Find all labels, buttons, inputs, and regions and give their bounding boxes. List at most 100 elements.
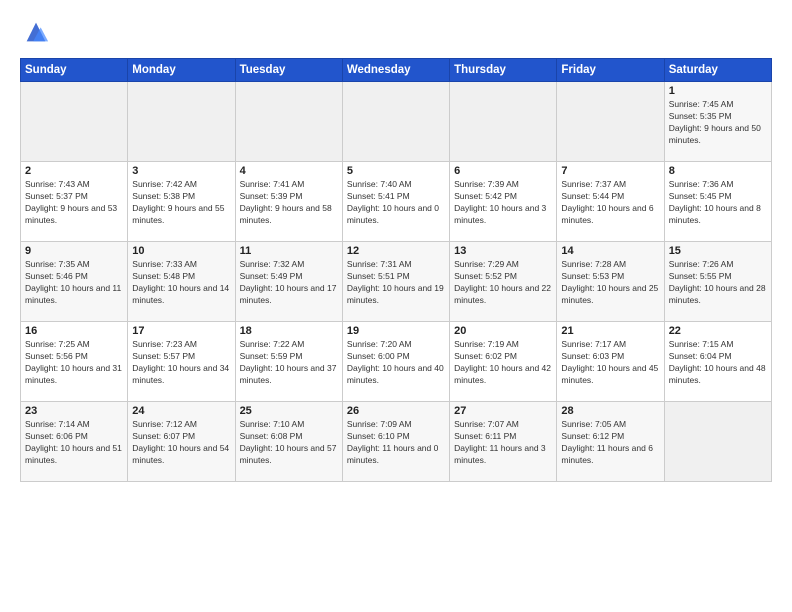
day-number: 25 xyxy=(240,405,338,417)
day-info: Sunrise: 7:31 AM Sunset: 5:51 PM Dayligh… xyxy=(347,259,445,307)
calendar-table: SundayMondayTuesdayWednesdayThursdayFrid… xyxy=(20,58,772,482)
day-cell: 28Sunrise: 7:05 AM Sunset: 6:12 PM Dayli… xyxy=(557,402,664,482)
logo-icon xyxy=(22,18,50,46)
day-cell xyxy=(557,82,664,162)
week-row-3: 9 Sunrise: 7:35 AM Sunset: 5:46 PM Daylig… xyxy=(21,242,772,322)
week-row-4: 16 Sunrise: 7:25 AM Sunset: 5:56 PM Dayli… xyxy=(21,322,772,402)
day-number: 6 xyxy=(454,165,552,177)
day-number: 20 xyxy=(454,325,552,337)
day-number: 12 xyxy=(347,245,445,257)
week-row-2: 2Sunrise: 7:43 AM Sunset: 5:37 PM Daylig… xyxy=(21,162,772,242)
day-info: Sunrise: 7:25 AM Sunset: 5:56 PM Dayligh… xyxy=(25,339,123,387)
day-cell: 25Sunrise: 7:10 AM Sunset: 6:08 PM Dayli… xyxy=(235,402,342,482)
day-info: Sunrise: 7:33 AM Sunset: 5:48 PM Dayligh… xyxy=(132,259,230,307)
day-number: 15 xyxy=(669,245,767,257)
day-cell: 27Sunrise: 7:07 AM Sunset: 6:11 PM Dayli… xyxy=(450,402,557,482)
day-cell: 22 Sunrise: 7:15 AM Sunset: 6:04 PM Dayli… xyxy=(664,322,771,402)
day-info: Sunrise: 7:26 AM Sunset: 5:55 PM Dayligh… xyxy=(669,259,767,307)
day-number: 13 xyxy=(454,245,552,257)
day-info: Sunrise: 7:32 AM Sunset: 5:49 PM Dayligh… xyxy=(240,259,338,307)
day-number: 8 xyxy=(669,165,767,177)
day-number: 18 xyxy=(240,325,338,337)
day-number: 21 xyxy=(561,325,659,337)
col-header-tuesday: Tuesday xyxy=(235,59,342,82)
day-info: Sunrise: 7:40 AM Sunset: 5:41 PM Dayligh… xyxy=(347,179,445,227)
day-cell xyxy=(235,82,342,162)
day-info: Sunrise: 7:15 AM Sunset: 6:04 PM Dayligh… xyxy=(669,339,767,387)
day-number: 9 xyxy=(25,245,123,257)
col-header-monday: Monday xyxy=(128,59,235,82)
day-cell: 18 Sunrise: 7:22 AM Sunset: 5:59 PM Dayli… xyxy=(235,322,342,402)
day-info: Sunrise: 7:35 AM Sunset: 5:46 PM Dayligh… xyxy=(25,259,123,307)
col-header-sunday: Sunday xyxy=(21,59,128,82)
day-cell: 11 Sunrise: 7:32 AM Sunset: 5:49 PM Dayli… xyxy=(235,242,342,322)
day-cell: 12 Sunrise: 7:31 AM Sunset: 5:51 PM Dayli… xyxy=(342,242,449,322)
day-cell: 8 Sunrise: 7:36 AM Sunset: 5:45 PM Daylig… xyxy=(664,162,771,242)
day-cell: 9 Sunrise: 7:35 AM Sunset: 5:46 PM Daylig… xyxy=(21,242,128,322)
col-header-saturday: Saturday xyxy=(664,59,771,82)
day-cell xyxy=(128,82,235,162)
day-cell xyxy=(664,402,771,482)
day-info: Sunrise: 7:19 AM Sunset: 6:02 PM Dayligh… xyxy=(454,339,552,387)
day-number: 7 xyxy=(561,165,659,177)
day-cell: 10 Sunrise: 7:33 AM Sunset: 5:48 PM Dayli… xyxy=(128,242,235,322)
day-info: Sunrise: 7:36 AM Sunset: 5:45 PM Dayligh… xyxy=(669,179,767,227)
week-row-1: 1 Sunrise: 7:45 AM Sunset: 5:35 PM Daylig… xyxy=(21,82,772,162)
day-cell: 19Sunrise: 7:20 AM Sunset: 6:00 PM Dayli… xyxy=(342,322,449,402)
day-number: 1 xyxy=(669,85,767,97)
week-row-5: 23 Sunrise: 7:14 AM Sunset: 6:06 PM Dayli… xyxy=(21,402,772,482)
day-info: Sunrise: 7:28 AM Sunset: 5:53 PM Dayligh… xyxy=(561,259,659,307)
day-cell: 3 Sunrise: 7:42 AM Sunset: 5:38 PM Daylig… xyxy=(128,162,235,242)
day-number: 19 xyxy=(347,325,445,337)
day-cell: 2Sunrise: 7:43 AM Sunset: 5:37 PM Daylig… xyxy=(21,162,128,242)
day-info: Sunrise: 7:14 AM Sunset: 6:06 PM Dayligh… xyxy=(25,419,123,467)
day-info: Sunrise: 7:22 AM Sunset: 5:59 PM Dayligh… xyxy=(240,339,338,387)
page: SundayMondayTuesdayWednesdayThursdayFrid… xyxy=(0,0,792,612)
day-cell xyxy=(342,82,449,162)
day-cell: 4 Sunrise: 7:41 AM Sunset: 5:39 PM Daylig… xyxy=(235,162,342,242)
day-info: Sunrise: 7:43 AM Sunset: 5:37 PM Dayligh… xyxy=(25,179,123,227)
day-info: Sunrise: 7:07 AM Sunset: 6:11 PM Dayligh… xyxy=(454,419,552,467)
day-number: 22 xyxy=(669,325,767,337)
day-info: Sunrise: 7:37 AM Sunset: 5:44 PM Dayligh… xyxy=(561,179,659,227)
day-cell xyxy=(21,82,128,162)
day-number: 11 xyxy=(240,245,338,257)
day-number: 16 xyxy=(25,325,123,337)
day-number: 14 xyxy=(561,245,659,257)
day-cell: 17Sunrise: 7:23 AM Sunset: 5:57 PM Dayli… xyxy=(128,322,235,402)
day-info: Sunrise: 7:41 AM Sunset: 5:39 PM Dayligh… xyxy=(240,179,338,227)
calendar-header: SundayMondayTuesdayWednesdayThursdayFrid… xyxy=(21,59,772,82)
day-cell: 15 Sunrise: 7:26 AM Sunset: 5:55 PM Dayli… xyxy=(664,242,771,322)
day-number: 26 xyxy=(347,405,445,417)
logo xyxy=(20,18,50,46)
day-number: 10 xyxy=(132,245,230,257)
col-header-thursday: Thursday xyxy=(450,59,557,82)
day-info: Sunrise: 7:45 AM Sunset: 5:35 PM Dayligh… xyxy=(669,99,767,147)
day-number: 24 xyxy=(132,405,230,417)
day-number: 4 xyxy=(240,165,338,177)
header xyxy=(20,18,772,46)
day-info: Sunrise: 7:05 AM Sunset: 6:12 PM Dayligh… xyxy=(561,419,659,467)
day-cell: 26 Sunrise: 7:09 AM Sunset: 6:10 PM Dayli… xyxy=(342,402,449,482)
day-number: 17 xyxy=(132,325,230,337)
col-header-friday: Friday xyxy=(557,59,664,82)
day-number: 3 xyxy=(132,165,230,177)
col-header-wednesday: Wednesday xyxy=(342,59,449,82)
day-info: Sunrise: 7:09 AM Sunset: 6:10 PM Dayligh… xyxy=(347,419,445,467)
day-cell: 20 Sunrise: 7:19 AM Sunset: 6:02 PM Dayli… xyxy=(450,322,557,402)
day-cell: 21Sunrise: 7:17 AM Sunset: 6:03 PM Dayli… xyxy=(557,322,664,402)
day-cell: 13 Sunrise: 7:29 AM Sunset: 5:52 PM Dayli… xyxy=(450,242,557,322)
day-cell: 6Sunrise: 7:39 AM Sunset: 5:42 PM Daylig… xyxy=(450,162,557,242)
day-info: Sunrise: 7:42 AM Sunset: 5:38 PM Dayligh… xyxy=(132,179,230,227)
day-cell: 16 Sunrise: 7:25 AM Sunset: 5:56 PM Dayli… xyxy=(21,322,128,402)
day-cell: 23 Sunrise: 7:14 AM Sunset: 6:06 PM Dayli… xyxy=(21,402,128,482)
day-cell: 24 Sunrise: 7:12 AM Sunset: 6:07 PM Dayli… xyxy=(128,402,235,482)
day-cell: 1 Sunrise: 7:45 AM Sunset: 5:35 PM Daylig… xyxy=(664,82,771,162)
calendar-body: 1 Sunrise: 7:45 AM Sunset: 5:35 PM Daylig… xyxy=(21,82,772,482)
day-cell: 7 Sunrise: 7:37 AM Sunset: 5:44 PM Daylig… xyxy=(557,162,664,242)
day-number: 23 xyxy=(25,405,123,417)
day-info: Sunrise: 7:29 AM Sunset: 5:52 PM Dayligh… xyxy=(454,259,552,307)
header-row: SundayMondayTuesdayWednesdayThursdayFrid… xyxy=(21,59,772,82)
day-cell xyxy=(450,82,557,162)
day-info: Sunrise: 7:12 AM Sunset: 6:07 PM Dayligh… xyxy=(132,419,230,467)
